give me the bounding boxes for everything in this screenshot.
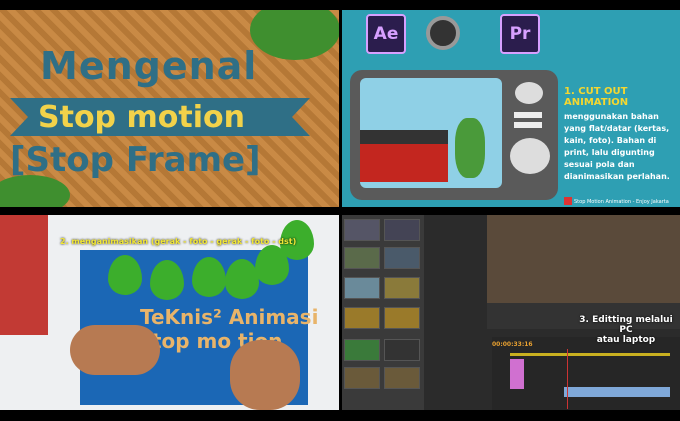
step-3-caption: 3. Editting melalui PC atau laptop (572, 315, 680, 345)
film-reel-icon (426, 16, 460, 50)
tv-slot (514, 112, 542, 118)
thumbnail (384, 367, 420, 389)
board-text: TeKnis² Animasi stop mo tion (140, 305, 318, 353)
thumbnail (344, 277, 380, 299)
title-line-2: Stop motion (38, 100, 245, 135)
timecode: 00:00:33:16 (492, 341, 533, 348)
caption-line-2: atau laptop (596, 335, 656, 345)
title-line-1: Mengenal (40, 44, 258, 88)
work-area-bar (510, 353, 670, 356)
red-paper (0, 215, 48, 335)
step-2-caption: 2. menganimasikan (gerak - foto - gerak … (60, 237, 297, 246)
leaf (150, 260, 184, 300)
thumbnail (384, 307, 420, 329)
hand (230, 340, 300, 410)
program-monitor (487, 215, 680, 303)
caption-line-1: 3. Editting melalui PC (579, 315, 673, 335)
thumbnail (384, 247, 420, 269)
timeline[interactable]: 00:00:33:16 (492, 337, 680, 410)
tv-knob (510, 138, 550, 174)
thumbnail (384, 277, 420, 299)
project-thumbnails (342, 215, 424, 410)
hand (70, 325, 160, 375)
bus-cutout (360, 130, 448, 182)
thumbnail (344, 339, 380, 361)
plant-decoration (250, 10, 339, 60)
after-effects-logo: Ae (366, 14, 406, 54)
leaf (108, 255, 142, 295)
cutout-heading: 1. CUT OUT ANIMATION (564, 86, 629, 108)
thumbnail (384, 219, 420, 241)
video-clip[interactable] (564, 387, 670, 397)
tv-knob (515, 82, 543, 104)
credit-text: Stop Motion Animation - Enjoy Jakarta (574, 199, 669, 205)
thumbnail (344, 367, 380, 389)
thumbnail (344, 219, 380, 241)
premiere-logo: Pr (500, 14, 540, 54)
thumbnail (384, 339, 420, 361)
cutout-panel: Ae Pr 1. CUT OUT ANIMATION menggunakan b… (342, 10, 680, 207)
leaf (225, 259, 259, 299)
animating-panel: 2. menganimasikan (gerak - foto - gerak … (0, 215, 339, 410)
tv-cutout (350, 70, 558, 200)
title-clip[interactable] (510, 359, 524, 389)
playhead[interactable] (567, 349, 568, 409)
youtube-icon (564, 197, 572, 205)
leaf (192, 257, 226, 297)
thumbnail (344, 307, 380, 329)
tree-cutout (455, 118, 485, 178)
title-line-3: [Stop Frame] (10, 140, 261, 180)
cutout-description: menggunakan bahan yang flat/datar (kerta… (564, 112, 670, 181)
tv-slot (514, 122, 542, 128)
thumbnail (344, 247, 380, 269)
editing-panel: 00:00:33:16 3. Editting melalui PC atau l… (342, 215, 680, 410)
board-line-1: TeKnis² Animasi (140, 305, 319, 329)
title-panel: Mengenal Stop motion [Stop Frame] (0, 10, 339, 207)
tv-screen (360, 78, 502, 188)
